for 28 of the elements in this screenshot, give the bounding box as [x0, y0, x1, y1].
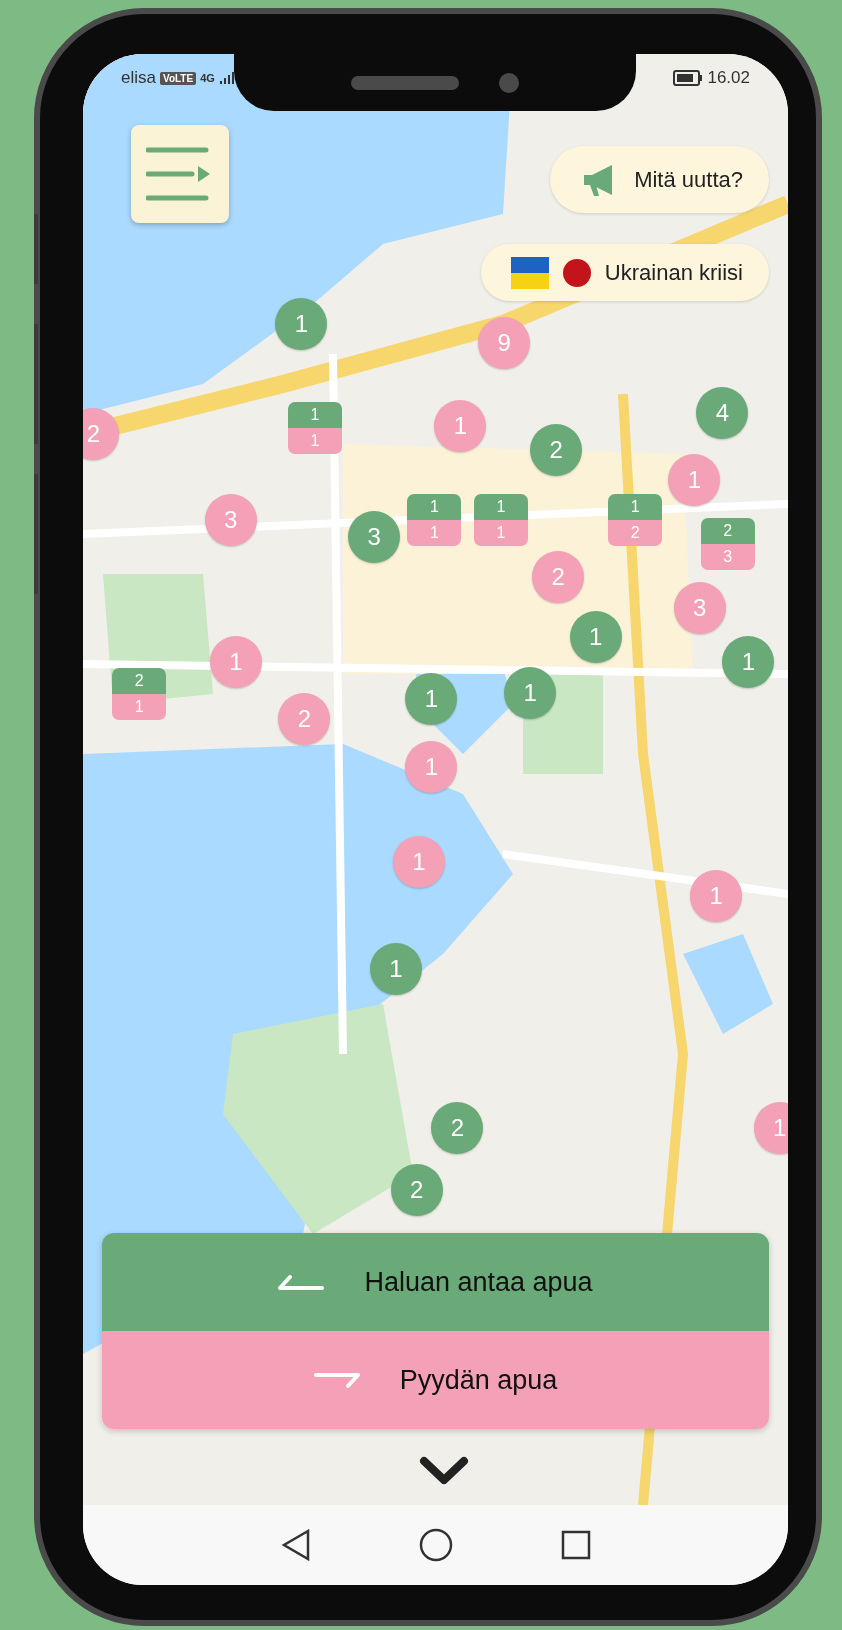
recents-button[interactable]	[560, 1530, 591, 1560]
battery-icon	[673, 70, 704, 86]
request-count[interactable]: 1	[474, 519, 528, 546]
request-count[interactable]: 1	[112, 694, 167, 721]
offer-count[interactable]: 1	[287, 402, 342, 429]
clock-time: 16.02	[707, 68, 750, 88]
flag-icon	[510, 256, 549, 289]
network-type: 4G	[200, 72, 215, 84]
alert-dot	[562, 258, 591, 287]
carrier-name: elisa	[121, 68, 156, 88]
crisis-button[interactable]: Ukrainan kriisi	[480, 244, 769, 301]
signal-icon	[218, 71, 235, 85]
offer-count[interactable]: 1	[608, 493, 663, 520]
home-button[interactable]	[418, 1528, 453, 1562]
arrow-icon	[313, 1372, 360, 1388]
offer-count[interactable]: 1	[407, 493, 462, 520]
help-action-button[interactable]: Pyydän apua	[102, 1331, 769, 1429]
chevron-down-icon[interactable]	[419, 1456, 469, 1486]
camera-lens	[499, 72, 519, 93]
help-action-button[interactable]: Haluan antaa apua	[102, 1233, 769, 1331]
back-button[interactable]	[280, 1529, 311, 1561]
arrow-icon	[278, 1274, 325, 1290]
offer-count[interactable]: 1	[474, 493, 528, 520]
request-count[interactable]: 1	[407, 519, 462, 546]
request-count[interactable]: 1	[287, 428, 342, 455]
request-count[interactable]: 2	[608, 519, 663, 546]
offer-count[interactable]: 2	[112, 668, 167, 695]
news-button[interactable]: Mitä uutta?	[550, 146, 769, 213]
